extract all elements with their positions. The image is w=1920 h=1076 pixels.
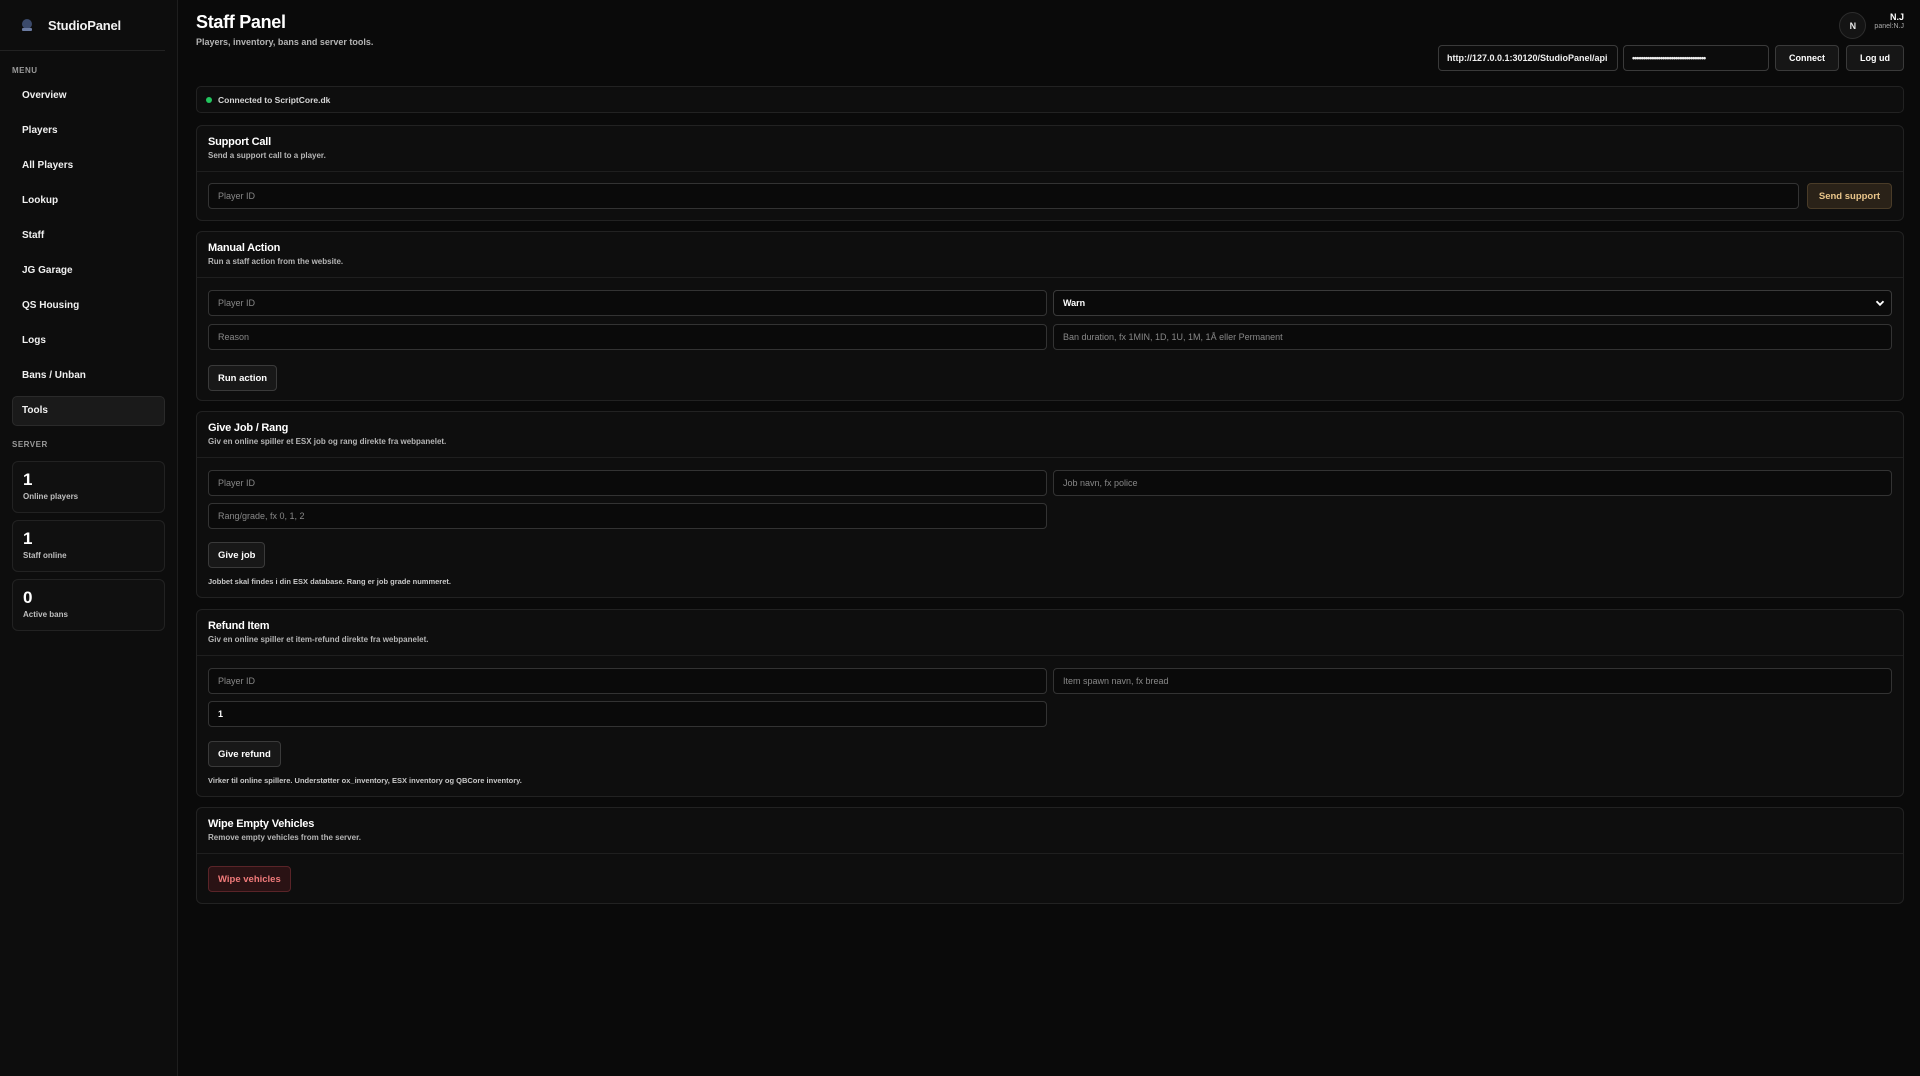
logout-button[interactable]: Log ud: [1846, 45, 1904, 71]
status-text: Connected to ScriptCore.dk: [218, 94, 331, 105]
sidebar-item-tools[interactable]: Tools: [12, 396, 165, 426]
refund-item-card: Refund Item Giv en online spiller et ite…: [196, 609, 1904, 797]
stat-value: 1: [23, 470, 33, 489]
stat-staff-online: 1 Staff online: [12, 520, 165, 572]
card-subtitle: Giv en online spiller et ESX job og rang…: [208, 437, 447, 446]
stat-label: Active bans: [23, 610, 68, 619]
card-header: Support Call Send a support call to a pl…: [197, 126, 1903, 172]
item-amount-input[interactable]: [208, 701, 1047, 727]
sidebar-item-staff[interactable]: Staff: [12, 221, 165, 251]
avatar[interactable]: N: [1839, 12, 1867, 39]
give-job-card: Give Job / Rang Giv en online spiller et…: [196, 411, 1904, 598]
api-key-input[interactable]: [1623, 45, 1769, 71]
card-subtitle: Run a staff action from the website.: [208, 257, 344, 266]
ban-duration-input[interactable]: [1053, 324, 1892, 350]
run-action-button[interactable]: Run action: [208, 365, 278, 391]
job-name-input[interactable]: [1053, 470, 1892, 496]
stat-label: Staff online: [23, 551, 67, 560]
user-menu[interactable]: N N.J panel:N.J: [1839, 12, 1904, 39]
api-url-input[interactable]: [1438, 45, 1618, 71]
studio-logo-icon: [22, 19, 32, 31]
job-note: Jobbet skal findes i din ESX database. R…: [208, 577, 451, 586]
page-title: Staff Panel: [196, 12, 286, 32]
refund-player-id-input[interactable]: [208, 668, 1047, 694]
connection-status: Connected to ScriptCore.dk: [196, 86, 1904, 113]
user-meta: N.J panel:N.J: [1874, 12, 1904, 30]
support-call-card: Support Call Send a support call to a pl…: [196, 125, 1904, 221]
page-subtitle: Players, inventory, bans and server tool…: [196, 37, 374, 47]
connection-toolbar: Connect Log ud: [1438, 45, 1904, 71]
brand-name: StudioPanel: [48, 17, 121, 33]
card-header: Refund Item Giv en online spiller et ite…: [197, 610, 1903, 656]
card-header: Manual Action Run a staff action from th…: [197, 232, 1903, 278]
reason-input[interactable]: [208, 324, 1047, 350]
card-title: Manual Action: [208, 242, 281, 254]
sidebar-item-lookup[interactable]: Lookup: [12, 186, 165, 216]
manual-player-id-input[interactable]: [208, 290, 1047, 316]
sidebar-item-all-players[interactable]: All Players: [12, 151, 165, 181]
manual-action-card: Manual Action Run a staff action from th…: [196, 231, 1904, 401]
card-header: Give Job / Rang Giv en online spiller et…: [197, 412, 1903, 458]
support-player-id-input[interactable]: [208, 183, 1799, 209]
action-select[interactable]: Warn: [1053, 290, 1892, 316]
card-title: Refund Item: [208, 620, 270, 632]
job-player-id-input[interactable]: [208, 470, 1047, 496]
refund-note: Virker til online spillere. Understøtter…: [208, 776, 522, 785]
card-title: Support Call: [208, 136, 271, 148]
brand[interactable]: StudioPanel: [0, 0, 165, 51]
wipe-vehicles-button[interactable]: Wipe vehicles: [208, 866, 291, 892]
wipe-vehicles-card: Wipe Empty Vehicles Remove empty vehicle…: [196, 807, 1904, 904]
user-role: panel:N.J: [1874, 23, 1904, 30]
chevron-down-icon: [1875, 300, 1885, 307]
card-subtitle: Giv en online spiller et item-refund dir…: [208, 635, 429, 644]
send-support-button[interactable]: Send support: [1807, 183, 1892, 209]
status-dot-icon: [206, 96, 212, 103]
sidebar-item-players[interactable]: Players: [12, 116, 165, 146]
sidebar-item-logs[interactable]: Logs: [12, 326, 165, 356]
connect-button[interactable]: Connect: [1775, 45, 1839, 71]
sidebar-item-qs-housing[interactable]: QS Housing: [12, 291, 165, 321]
stat-active-bans: 0 Active bans: [12, 579, 165, 631]
card-header: Wipe Empty Vehicles Remove empty vehicle…: [197, 808, 1903, 854]
sidebar: StudioPanel MENU Overview Players All Pl…: [0, 0, 178, 1076]
card-subtitle: Remove empty vehicles from the server.: [208, 833, 361, 842]
give-refund-button[interactable]: Give refund: [208, 741, 281, 767]
action-select-value: Warn: [1063, 298, 1086, 308]
item-name-input[interactable]: [1053, 668, 1892, 694]
menu-section-label: MENU: [12, 66, 38, 75]
job-grade-input[interactable]: [208, 503, 1047, 529]
card-title: Wipe Empty Vehicles: [208, 818, 315, 830]
give-job-button[interactable]: Give job: [208, 542, 266, 568]
card-subtitle: Send a support call to a player.: [208, 151, 326, 160]
sidebar-item-jg-garage[interactable]: JG Garage: [12, 256, 165, 286]
sidebar-nav: Overview Players All Players Lookup Staf…: [0, 81, 177, 426]
stat-value: 1: [23, 529, 33, 548]
stat-label: Online players: [23, 492, 79, 501]
stat-online-players: 1 Online players: [12, 461, 165, 513]
card-title: Give Job / Rang: [208, 422, 289, 434]
server-section-label: SERVER: [12, 440, 48, 449]
stat-value: 0: [23, 588, 33, 607]
sidebar-item-overview[interactable]: Overview: [12, 81, 165, 111]
sidebar-item-bans[interactable]: Bans / Unban: [12, 361, 165, 391]
user-name: N.J: [1889, 12, 1904, 22]
